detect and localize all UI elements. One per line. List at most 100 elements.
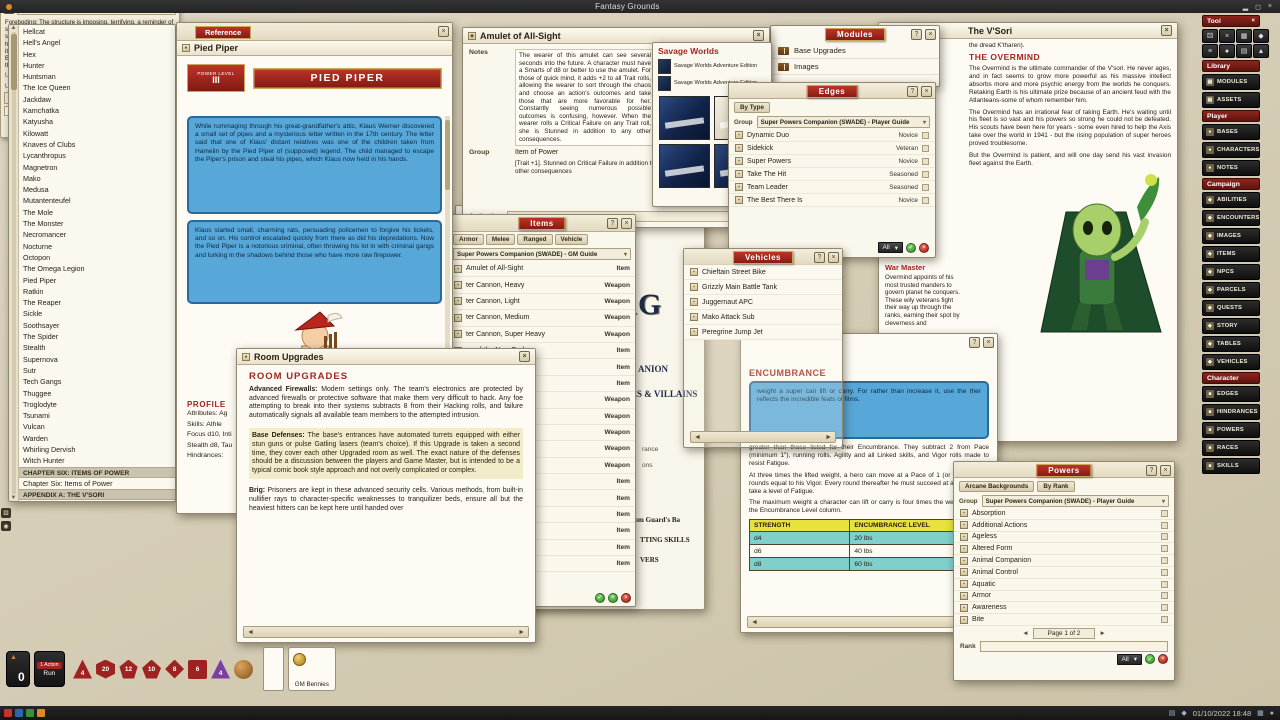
power-drag-icon[interactable] bbox=[1161, 522, 1168, 529]
list-item[interactable]: Ratkin bbox=[19, 286, 175, 297]
list-item[interactable]: The Mole bbox=[19, 207, 175, 218]
tool-icon[interactable]: × bbox=[1219, 29, 1235, 43]
list-item[interactable]: Knaves of Clubs bbox=[19, 139, 175, 150]
vehicle-link-icon[interactable]: ▪ bbox=[690, 313, 698, 321]
sidebar-button[interactable]: ◆NPCS bbox=[1202, 264, 1260, 280]
power-row[interactable]: ▪ Ageless bbox=[954, 532, 1174, 544]
tray-icon[interactable]: ▦ bbox=[1257, 709, 1264, 717]
vehicle-link-icon[interactable]: ▪ bbox=[690, 328, 698, 336]
close-icon[interactable]: × bbox=[1161, 25, 1172, 36]
powers-titlebar[interactable]: Powers ?× bbox=[954, 462, 1174, 478]
item-type-tab[interactable]: Ranged bbox=[517, 234, 552, 245]
power-drag-icon[interactable] bbox=[1161, 592, 1168, 599]
sidebar-button[interactable]: ◆ABILITIES bbox=[1202, 192, 1260, 208]
module-cover[interactable] bbox=[659, 96, 710, 140]
close-icon[interactable]: × bbox=[621, 218, 632, 229]
power-link-icon[interactable]: ▪ bbox=[960, 533, 968, 541]
power-drag-icon[interactable] bbox=[1161, 616, 1168, 623]
sidebar-button[interactable]: ■HINDRANCES bbox=[1202, 404, 1260, 420]
confirm-icon[interactable]: ✓ bbox=[595, 593, 605, 603]
edge-row[interactable]: ▪ Super Powers Novice bbox=[729, 155, 935, 168]
item-link-icon[interactable]: ▪ bbox=[454, 265, 462, 273]
sidebar-button[interactable]: ◆ENCOUNTERS bbox=[1202, 210, 1260, 226]
item-link-icon[interactable]: ▪ bbox=[454, 297, 462, 305]
network-icon[interactable]: ▤ bbox=[1169, 709, 1176, 717]
power-drag-icon[interactable] bbox=[1161, 510, 1168, 517]
dice-history-icon[interactable]: ⚄ bbox=[1, 508, 11, 518]
vehicles-ribbon[interactable]: Vehicles bbox=[733, 251, 793, 264]
action-token[interactable]: 1 Action Run bbox=[34, 651, 65, 687]
power-row[interactable]: ▪ Animal Control bbox=[954, 567, 1174, 579]
page-next-icon[interactable]: ► bbox=[1099, 630, 1105, 637]
sidebar-header-character[interactable]: Character bbox=[1202, 372, 1260, 384]
power-drag-icon[interactable] bbox=[1161, 557, 1168, 564]
list-item[interactable]: The Monster bbox=[19, 218, 175, 229]
scroll-down-icon[interactable]: ▼ bbox=[11, 495, 17, 501]
power-row[interactable]: ▪ Animal Companion bbox=[954, 555, 1174, 567]
power-drag-icon[interactable] bbox=[1161, 604, 1168, 611]
items-group-dropdown[interactable]: Super Powers Companion (SWADE) - GM Guid… bbox=[453, 248, 631, 260]
edge-drag-icon[interactable] bbox=[922, 171, 929, 178]
edges-titlebar[interactable]: Edges ?× bbox=[729, 83, 935, 99]
power-row[interactable]: ▪ Altered Form bbox=[954, 543, 1174, 555]
list-item[interactable]: Soothsayer bbox=[19, 320, 175, 331]
app-icon[interactable] bbox=[4, 709, 12, 717]
tool-icon[interactable]: ▤ bbox=[1236, 44, 1252, 58]
help-icon[interactable]: ? bbox=[911, 29, 922, 40]
list-item[interactable]: Hell's Angel bbox=[19, 37, 175, 48]
clear-icon[interactable]: × bbox=[621, 593, 631, 603]
reference-titlebar[interactable]: Reference × bbox=[177, 23, 452, 41]
page-next-icon[interactable]: ► bbox=[518, 629, 525, 636]
list-item[interactable]: The Ice Queen bbox=[19, 82, 175, 93]
confirm-icon[interactable]: ✓ bbox=[906, 243, 916, 253]
edge-drag-icon[interactable] bbox=[922, 132, 929, 139]
module-cover[interactable] bbox=[659, 144, 710, 188]
power-link-icon[interactable]: ▪ bbox=[960, 580, 968, 588]
powers-ribbon[interactable]: Powers bbox=[1036, 464, 1091, 477]
list-item[interactable]: Supernova bbox=[19, 354, 175, 365]
sidebar-button[interactable]: ◆STORY bbox=[1202, 318, 1260, 334]
close-icon[interactable]: × bbox=[828, 252, 839, 263]
list-item[interactable]: Witch Hunter bbox=[19, 455, 175, 466]
list-item[interactable]: Pied Piper bbox=[19, 275, 175, 286]
item-row[interactable]: ▪ Amulet of All-Sight Item bbox=[449, 261, 635, 277]
list-item[interactable]: Mako bbox=[19, 173, 175, 184]
close-icon[interactable]: × bbox=[921, 86, 932, 97]
list-item[interactable]: APPENDIX A: THE V'SORI bbox=[19, 489, 175, 500]
list-item[interactable]: The Reaper bbox=[19, 297, 175, 308]
item-type-tab[interactable]: Melee bbox=[486, 234, 516, 245]
os-titlebar[interactable]: Fantasy Grounds ▂ ◻ × bbox=[0, 0, 1280, 13]
die[interactable]: 4 bbox=[211, 660, 230, 679]
gm-bennies-panel[interactable]: GM Bennies bbox=[288, 647, 336, 691]
list-item[interactable]: Kamchatka bbox=[19, 105, 175, 116]
minimize-icon[interactable]: ▂ bbox=[1243, 3, 1248, 11]
powers-group-dropdown[interactable]: Super Powers Companion (SWADE) - Player … bbox=[982, 495, 1169, 507]
sidebar-header-library[interactable]: Library bbox=[1202, 60, 1260, 72]
tool-icon[interactable]: ◆ bbox=[1253, 29, 1269, 43]
page-link-icon[interactable]: ● bbox=[242, 353, 250, 361]
module-entry[interactable]: Images bbox=[771, 59, 939, 75]
list-item[interactable]: Chapter Six: Items of Power bbox=[19, 478, 175, 489]
edges-ribbon[interactable]: Edges bbox=[807, 85, 858, 98]
sidebar-button[interactable]: ◆IMAGES bbox=[1202, 228, 1260, 244]
die[interactable]: 4 bbox=[73, 660, 92, 679]
die[interactable]: 10 bbox=[142, 660, 161, 679]
list-item[interactable]: Troglodyte bbox=[19, 399, 175, 410]
volume-icon[interactable]: ◆ bbox=[1181, 709, 1186, 717]
power-link-icon[interactable]: ▪ bbox=[960, 604, 968, 612]
app-icon[interactable] bbox=[26, 709, 34, 717]
die[interactable]: 6 bbox=[188, 660, 207, 679]
close-icon[interactable]: × bbox=[1268, 3, 1272, 11]
tool-icon[interactable]: ≡ bbox=[1202, 44, 1218, 58]
os-taskbar[interactable]: ▤ ◆ 01/10/2022 18:48 ▦ ● bbox=[0, 706, 1280, 720]
vehicle-row[interactable]: ▪ Juggernaut APC bbox=[684, 295, 842, 310]
tool-icon[interactable]: ▦ bbox=[1236, 29, 1252, 43]
list-item[interactable]: Warden bbox=[19, 433, 175, 444]
page-prev-icon[interactable]: ◄ bbox=[247, 629, 254, 636]
page-prev-icon[interactable]: ◄ bbox=[1022, 630, 1028, 637]
sidebar-button[interactable]: ■SKILLS bbox=[1202, 458, 1260, 474]
list-item[interactable]: Medusa bbox=[19, 184, 175, 195]
group-value[interactable]: Item of Power bbox=[515, 149, 558, 156]
sidebar-header-player[interactable]: Player bbox=[1202, 110, 1260, 122]
sidebar-header-campaign[interactable]: Campaign bbox=[1202, 178, 1260, 190]
